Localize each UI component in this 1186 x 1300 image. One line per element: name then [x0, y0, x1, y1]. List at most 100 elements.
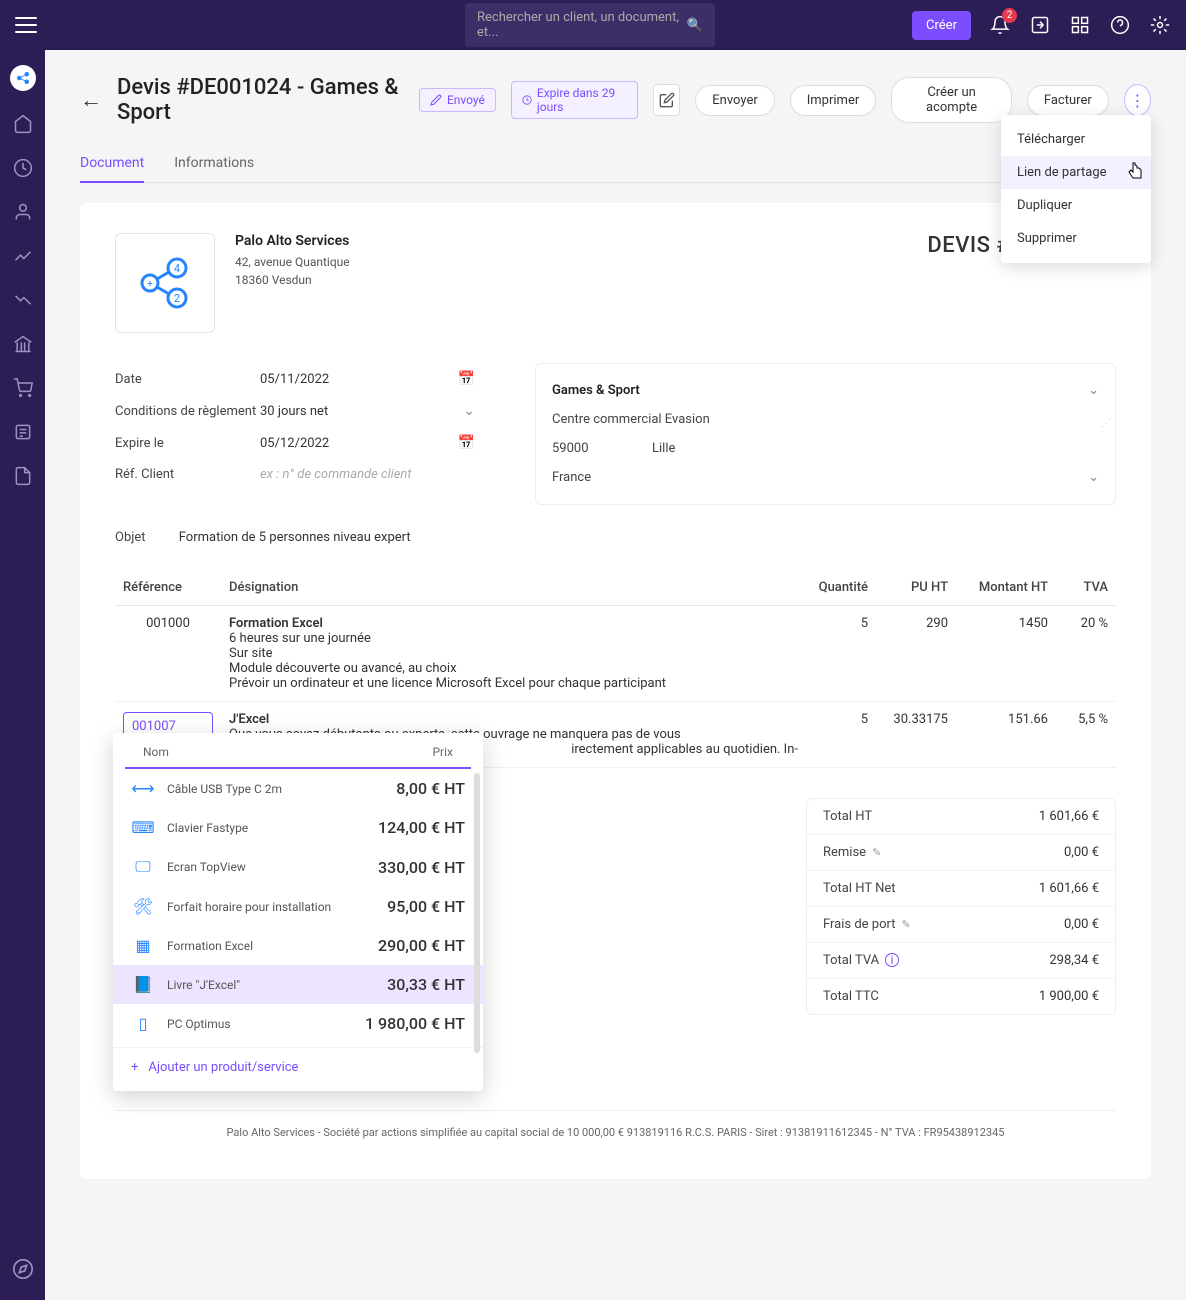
- cell-unit[interactable]: 290: [876, 606, 956, 702]
- tab-informations[interactable]: Informations: [174, 145, 254, 183]
- expire-value[interactable]: 05/12/2022: [260, 436, 458, 451]
- objet-value[interactable]: Formation de 5 personnes niveau expert: [179, 530, 411, 545]
- cell-amount[interactable]: 151.66: [956, 702, 1056, 768]
- chevron-down-icon[interactable]: ⌄: [1088, 383, 1099, 398]
- back-arrow-icon[interactable]: ←: [80, 87, 102, 113]
- client-country[interactable]: France: [552, 470, 591, 485]
- calendar-icon[interactable]: 📅: [458, 371, 475, 387]
- ac-item-name: Ecran TopView: [167, 860, 246, 874]
- autocomplete-panel: Nom Prix ⟷Câble USB Type C 2m8,00 € HT ⌨…: [113, 733, 483, 1091]
- activity-icon[interactable]: [12, 245, 34, 267]
- ref-placeholder[interactable]: ex : n° de commande client: [260, 467, 475, 482]
- chevron-down-icon[interactable]: ⌄: [1088, 470, 1099, 485]
- gear-icon[interactable]: [1149, 14, 1171, 36]
- deposit-button[interactable]: Créer un acompte: [891, 77, 1012, 123]
- terms-label: Conditions de règlement: [115, 404, 260, 419]
- pc-icon: ▯: [131, 1014, 155, 1033]
- terms-value[interactable]: 30 jours net: [260, 404, 463, 419]
- line-desc: Sur site: [229, 646, 798, 661]
- list-item[interactable]: ⌨Clavier Fastype124,00 € HT: [113, 808, 483, 847]
- client-name[interactable]: Games & Sport: [552, 383, 640, 398]
- info-icon[interactable]: i: [885, 953, 899, 967]
- cell-desig[interactable]: Formation Excel 6 heures sur une journée…: [221, 606, 806, 702]
- info-grid: Date 05/11/2022 📅 Conditions de règlemen…: [115, 363, 1116, 505]
- client-box: Games & Sport ⌄ Centre commercial Evasion…: [535, 363, 1116, 505]
- dashboard-icon[interactable]: [12, 157, 34, 179]
- more-button[interactable]: ⋮: [1124, 84, 1151, 116]
- tabs: Document Informations Reste à: [80, 145, 1151, 183]
- list-item[interactable]: 🛠Forfait horaire pour installation95,00 …: [113, 887, 483, 926]
- ac-item-name: Formation Excel: [167, 939, 253, 953]
- create-button[interactable]: Créer: [912, 11, 971, 40]
- shipping-value: 0,00 €: [1064, 917, 1099, 932]
- edit-button[interactable]: [653, 84, 680, 116]
- tab-document[interactable]: Document: [80, 145, 144, 183]
- ac-item-price: 330,00 € HT: [378, 858, 465, 877]
- resize-icon[interactable]: ⋰: [1101, 418, 1111, 429]
- file-icon[interactable]: [12, 465, 34, 487]
- logo-icon[interactable]: [10, 65, 36, 91]
- cell-tva[interactable]: 5,5 %: [1056, 702, 1116, 768]
- sidebar: [0, 50, 45, 1300]
- search-input[interactable]: Rechercher un client, un document, et...…: [465, 3, 715, 47]
- page-header: ← Devis #DE001024 - Games & Sport Envoyé…: [80, 75, 1151, 125]
- ac-item-price: 95,00 € HT: [387, 897, 465, 916]
- date-value[interactable]: 05/11/2022: [260, 372, 458, 387]
- more-menu: Télécharger Lien de partage Dupliquer Su…: [1001, 115, 1151, 263]
- client-city[interactable]: Lille: [652, 441, 675, 456]
- ac-item-name: PC Optimus: [167, 1017, 231, 1031]
- edit-icon[interactable]: ✎: [901, 918, 910, 931]
- ac-item-price: 290,00 € HT: [378, 936, 465, 955]
- menu-item-download[interactable]: Télécharger: [1001, 123, 1151, 156]
- list-item[interactable]: ⟷Câble USB Type C 2m8,00 € HT: [113, 769, 483, 808]
- line-title: J'Excel: [229, 712, 798, 727]
- th-unit: PU HT: [876, 570, 956, 606]
- cell-amount[interactable]: 1450: [956, 606, 1056, 702]
- status-expire-label: Expire dans 29 jours: [537, 86, 627, 114]
- users-icon[interactable]: [12, 201, 34, 223]
- help-icon[interactable]: [1109, 14, 1131, 36]
- cell-tva[interactable]: 20 %: [1056, 606, 1116, 702]
- home-icon[interactable]: [12, 113, 34, 135]
- th-ref: Référence: [115, 570, 221, 606]
- client-postal[interactable]: 59000: [552, 441, 652, 456]
- calendar-icon[interactable]: 📅: [458, 435, 475, 451]
- cell-qty[interactable]: 5: [806, 606, 876, 702]
- company-info: Palo Alto Services 42, avenue Quantique …: [235, 233, 350, 289]
- ac-col-name: Nom: [143, 745, 169, 759]
- svg-text:2: 2: [174, 292, 180, 305]
- print-button[interactable]: Imprimer: [790, 85, 877, 116]
- bell-icon[interactable]: 2: [989, 14, 1011, 36]
- menu-item-duplicate[interactable]: Dupliquer: [1001, 189, 1151, 222]
- list-item[interactable]: 📘Livre "J'Excel"30,33 € HT: [113, 965, 483, 1004]
- list-item[interactable]: ▯PC Optimus1 980,00 € HT: [113, 1004, 483, 1043]
- send-button[interactable]: Envoyer: [695, 85, 774, 116]
- cell-ref[interactable]: 001000: [115, 606, 221, 702]
- invoice-button[interactable]: Facturer: [1027, 85, 1109, 116]
- line-desc: Module découverte ou avancé, au choix: [229, 661, 798, 676]
- edit-icon[interactable]: ✎: [872, 846, 881, 859]
- chevron-down-icon[interactable]: ⌄: [463, 403, 475, 419]
- table-row[interactable]: 001000 Formation Excel 6 heures sur une …: [115, 606, 1116, 702]
- net-label: Total HT Net: [823, 881, 896, 896]
- th-qty: Quantité: [806, 570, 876, 606]
- autocomplete-add-button[interactable]: + Ajouter un produit/service: [113, 1047, 483, 1079]
- compass-icon[interactable]: [12, 1258, 34, 1280]
- cell-qty[interactable]: 5: [806, 702, 876, 768]
- trending-icon[interactable]: [12, 289, 34, 311]
- menu-item-delete[interactable]: Supprimer: [1001, 222, 1151, 255]
- list-item[interactable]: ▦Formation Excel290,00 € HT: [113, 926, 483, 965]
- client-address[interactable]: Centre commercial Evasion: [552, 412, 710, 427]
- export-icon[interactable]: [1029, 14, 1051, 36]
- menu-icon[interactable]: [15, 10, 45, 40]
- scrollbar[interactable]: [474, 773, 480, 1053]
- cart-icon[interactable]: [12, 377, 34, 399]
- ac-add-label: Ajouter un produit/service: [148, 1060, 298, 1075]
- list-item[interactable]: 🖵Ecran TopView330,00 € HT: [113, 847, 483, 887]
- book-icon: 📘: [131, 975, 155, 994]
- company-header: +42 Palo Alto Services 42, avenue Quanti…: [115, 233, 1116, 333]
- list-icon[interactable]: [12, 421, 34, 443]
- bank-icon[interactable]: [12, 333, 34, 355]
- apps-icon[interactable]: [1069, 14, 1091, 36]
- cell-unit[interactable]: 30.33175: [876, 702, 956, 768]
